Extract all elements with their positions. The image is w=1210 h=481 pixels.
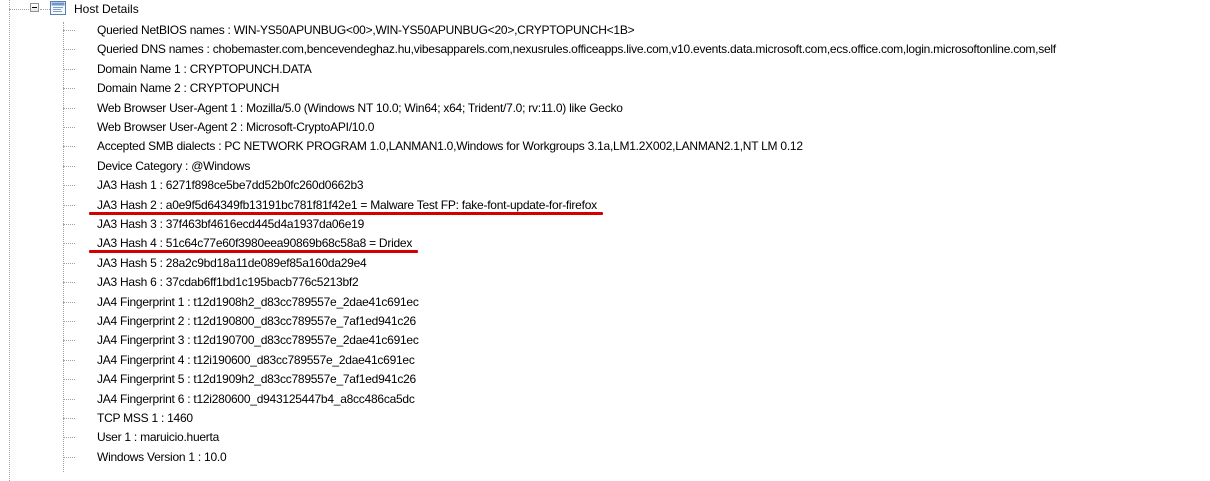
host-details-node-label[interactable]: Host Details — [74, 2, 139, 16]
tree-item[interactable]: JA4 Fingerprint 5 : t12d1909h2_d83cc7895… — [63, 370, 1210, 389]
tree-connector-line — [63, 49, 75, 51]
tree-connector-line — [63, 146, 75, 148]
tree-item[interactable]: JA3 Hash 4 : 51c64c77e60f3980eea90869b68… — [63, 234, 1210, 254]
tree-item-label: Queried NetBIOS names : WIN-YS50APUNBUG<… — [97, 23, 635, 37]
tree-item-label: User 1 : maruicio.huerta — [97, 430, 220, 445]
tree-connector-line — [63, 282, 75, 284]
tree-connector-line — [63, 185, 75, 187]
tree-item-label: Queried DNS names : chobemaster.com,benc… — [97, 42, 1056, 57]
tree-connector-line — [63, 204, 75, 206]
tree-item[interactable]: JA3 Hash 6 : 37cdab6ff1bd1c195bacb776c52… — [63, 273, 1210, 292]
tree-item[interactable]: Domain Name 1 : CRYPTOPUNCH.DATA — [63, 60, 1210, 79]
tree-connector-line — [63, 340, 75, 342]
tree-connector-line — [63, 224, 75, 225]
tree-item-label: JA4 Fingerprint 3 : t12d190700_d83cc7895… — [97, 333, 419, 348]
tree-connector-line — [63, 437, 75, 439]
tree-item[interactable]: Queried DNS names : chobemaster.com,benc… — [63, 40, 1210, 59]
tree-item[interactable]: Windows Version 1 : 10.0 — [63, 448, 1210, 467]
tree-connector-line — [63, 398, 75, 400]
tree-connector-line — [63, 418, 75, 419]
tree-item[interactable]: JA3 Hash 1 : 6271f898ce5be7dd52b0fc260d0… — [63, 176, 1210, 195]
tree-item-label: TCP MSS 1 : 1460 — [97, 411, 193, 425]
tree-item-label: JA3 Hash 6 : 37cdab6ff1bd1c195bacb776c52… — [97, 275, 359, 290]
tree-item[interactable]: JA4 Fingerprint 2 : t12d190800_d83cc7895… — [63, 312, 1210, 331]
tree-connector-line — [63, 301, 75, 303]
tree-item[interactable]: JA3 Hash 2 : a0e9f5d64349fb13191bc781f81… — [63, 196, 1210, 215]
host-details-tree: Host Details Queried NetBIOS names : WIN… — [0, 0, 1210, 481]
host-details-icon — [50, 1, 66, 15]
tree-item[interactable]: TCP MSS 1 : 1460 — [63, 409, 1210, 428]
tree-item[interactable]: Queried NetBIOS names : WIN-YS50APUNBUG<… — [63, 21, 1210, 40]
tree-connector-line — [63, 127, 75, 128]
tree-item-label: Web Browser User-Agent 2 : Microsoft-Cry… — [97, 120, 375, 134]
tree-item-label: Web Browser User-Agent 1 : Mozilla/5.0 (… — [97, 100, 623, 115]
tree-item-label: JA3 Hash 1 : 6271f898ce5be7dd52b0fc260d0… — [97, 178, 364, 193]
tree-item-label: JA3 Hash 4 : 51c64c77e60f3980eea90869b68… — [97, 236, 413, 251]
tree-item[interactable]: Device Category : @Windows — [63, 157, 1210, 176]
tree-connector-line — [63, 243, 75, 245]
tree-item[interactable]: Accepted SMB dialects : PC NETWORK PROGR… — [63, 137, 1210, 156]
tree-item[interactable]: JA3 Hash 3 : 37f463bf4616ecd445d4a1937da… — [63, 215, 1210, 234]
tree-connector-line — [63, 107, 75, 109]
tree-item-label: JA3 Hash 2 : a0e9f5d64349fb13191bc781f81… — [97, 197, 597, 212]
tree-item-label: JA4 Fingerprint 6 : t12i280600_d94312544… — [97, 391, 415, 406]
collapse-minus-icon[interactable] — [30, 3, 39, 12]
tree-connector-line — [63, 30, 75, 31]
tree-connector-line — [63, 456, 75, 458]
tree-item-label: Device Category : @Windows — [97, 158, 251, 173]
tree-item-label: JA4 Fingerprint 2 : t12d190800_d83cc7895… — [97, 314, 416, 328]
tree-item-label: JA4 Fingerprint 5 : t12d1909h2_d83cc7895… — [97, 372, 416, 387]
tree-connector-line — [63, 68, 75, 70]
tree-item[interactable]: User 1 : maruicio.huerta — [63, 428, 1210, 447]
tree-item-label: Domain Name 2 : CRYPTOPUNCH — [97, 81, 280, 96]
tree-connector-line — [63, 262, 75, 264]
expander-connector-line — [40, 9, 50, 10]
tree-item-label: Accepted SMB dialects : PC NETWORK PROGR… — [97, 139, 803, 154]
tree-item[interactable]: JA4 Fingerprint 4 : t12i190600_d83cc7895… — [63, 351, 1210, 370]
tree-item[interactable]: JA4 Fingerprint 6 : t12i280600_d94312544… — [63, 390, 1210, 409]
root-connector-line — [9, 9, 31, 10]
tree-item-label: Windows Version 1 : 10.0 — [97, 449, 227, 464]
tree-item[interactable]: Web Browser User-Agent 2 : Microsoft-Cry… — [63, 118, 1210, 137]
tree-item-label: JA4 Fingerprint 1 : t12d1908h2_d83cc7895… — [97, 294, 419, 309]
tree-connector-line — [63, 165, 75, 167]
tree-guide-line — [9, 0, 10, 481]
tree-item-label: JA3 Hash 3 : 37f463bf4616ecd445d4a1937da… — [97, 217, 364, 231]
tree-item[interactable]: JA4 Fingerprint 1 : t12d1908h2_d83cc7895… — [63, 293, 1210, 312]
tree-connector-line — [63, 321, 75, 322]
tree-item[interactable]: JA4 Fingerprint 3 : t12d190700_d83cc7895… — [63, 331, 1210, 350]
tree-connector-line — [63, 88, 75, 90]
tree-connector-line — [63, 379, 75, 381]
tree-item[interactable]: Domain Name 2 : CRYPTOPUNCH — [63, 79, 1210, 98]
tree-connector-line — [63, 359, 75, 361]
tree-item-label: JA4 Fingerprint 4 : t12i190600_d83cc7895… — [97, 352, 415, 367]
tree-item-label: Domain Name 1 : CRYPTOPUNCH.DATA — [97, 61, 312, 76]
tree-item[interactable]: JA3 Hash 5 : 28a2c9bd18a11de089ef85a160d… — [63, 254, 1210, 273]
tree-item[interactable]: Web Browser User-Agent 1 : Mozilla/5.0 (… — [63, 99, 1210, 118]
tree-item-label: JA3 Hash 5 : 28a2c9bd18a11de089ef85a160d… — [97, 255, 367, 270]
